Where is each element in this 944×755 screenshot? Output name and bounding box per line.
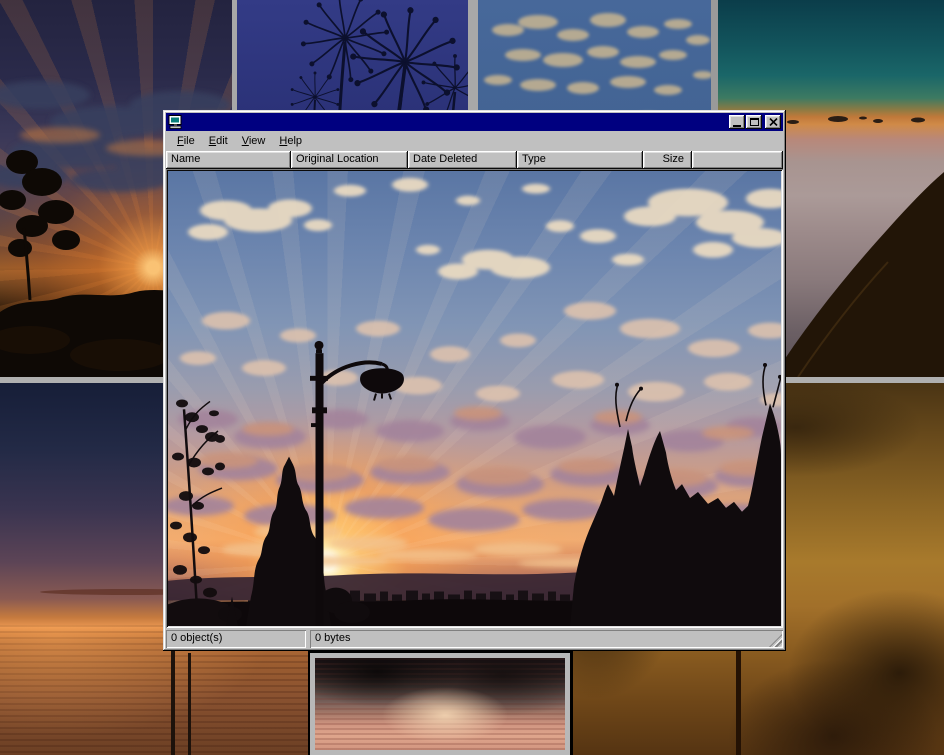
column-header-bar: Name Original Location Date Deleted Type… bbox=[166, 151, 783, 169]
wallpaper-photo-water-reflection bbox=[310, 653, 570, 755]
amber-pole-silhouette bbox=[736, 648, 741, 755]
maximize-button[interactable] bbox=[746, 115, 762, 129]
sunset-photo-overlay bbox=[168, 171, 781, 626]
sunset-photo bbox=[168, 171, 781, 626]
maximize-icon bbox=[750, 118, 759, 126]
water-reflection-image bbox=[315, 658, 565, 750]
column-header-size[interactable]: Size bbox=[643, 151, 692, 169]
menu-file[interactable]: File bbox=[170, 133, 202, 149]
menu-bar: File Edit View Help bbox=[166, 131, 783, 150]
minimize-button[interactable] bbox=[729, 115, 745, 129]
menu-edit[interactable]: Edit bbox=[202, 133, 235, 149]
menu-help[interactable]: Help bbox=[272, 133, 309, 149]
column-header-type[interactable]: Type bbox=[517, 151, 643, 169]
close-icon bbox=[769, 118, 778, 126]
status-object-count: 0 object(s) bbox=[166, 630, 306, 648]
desktop-wallpaper: File Edit View Help Name Original Locati… bbox=[0, 0, 944, 755]
status-byte-count: 0 bytes bbox=[310, 630, 783, 648]
status-bar: 0 object(s) 0 bytes bbox=[166, 630, 783, 648]
list-view-area[interactable] bbox=[166, 169, 783, 628]
column-header-original-location[interactable]: Original Location bbox=[291, 151, 408, 169]
recycle-bin-window: File Edit View Help Name Original Locati… bbox=[163, 110, 786, 651]
sea-pole-silhouette bbox=[188, 653, 191, 755]
minimize-icon bbox=[733, 125, 741, 127]
title-bar[interactable] bbox=[166, 113, 783, 131]
column-header-blank[interactable] bbox=[692, 151, 783, 169]
menu-view[interactable]: View bbox=[235, 133, 273, 149]
sea-pole-silhouette bbox=[171, 650, 175, 755]
close-button[interactable] bbox=[765, 115, 781, 129]
column-header-date-deleted[interactable]: Date Deleted bbox=[408, 151, 517, 169]
column-header-name[interactable]: Name bbox=[166, 151, 291, 169]
computer-icon[interactable] bbox=[168, 115, 184, 129]
